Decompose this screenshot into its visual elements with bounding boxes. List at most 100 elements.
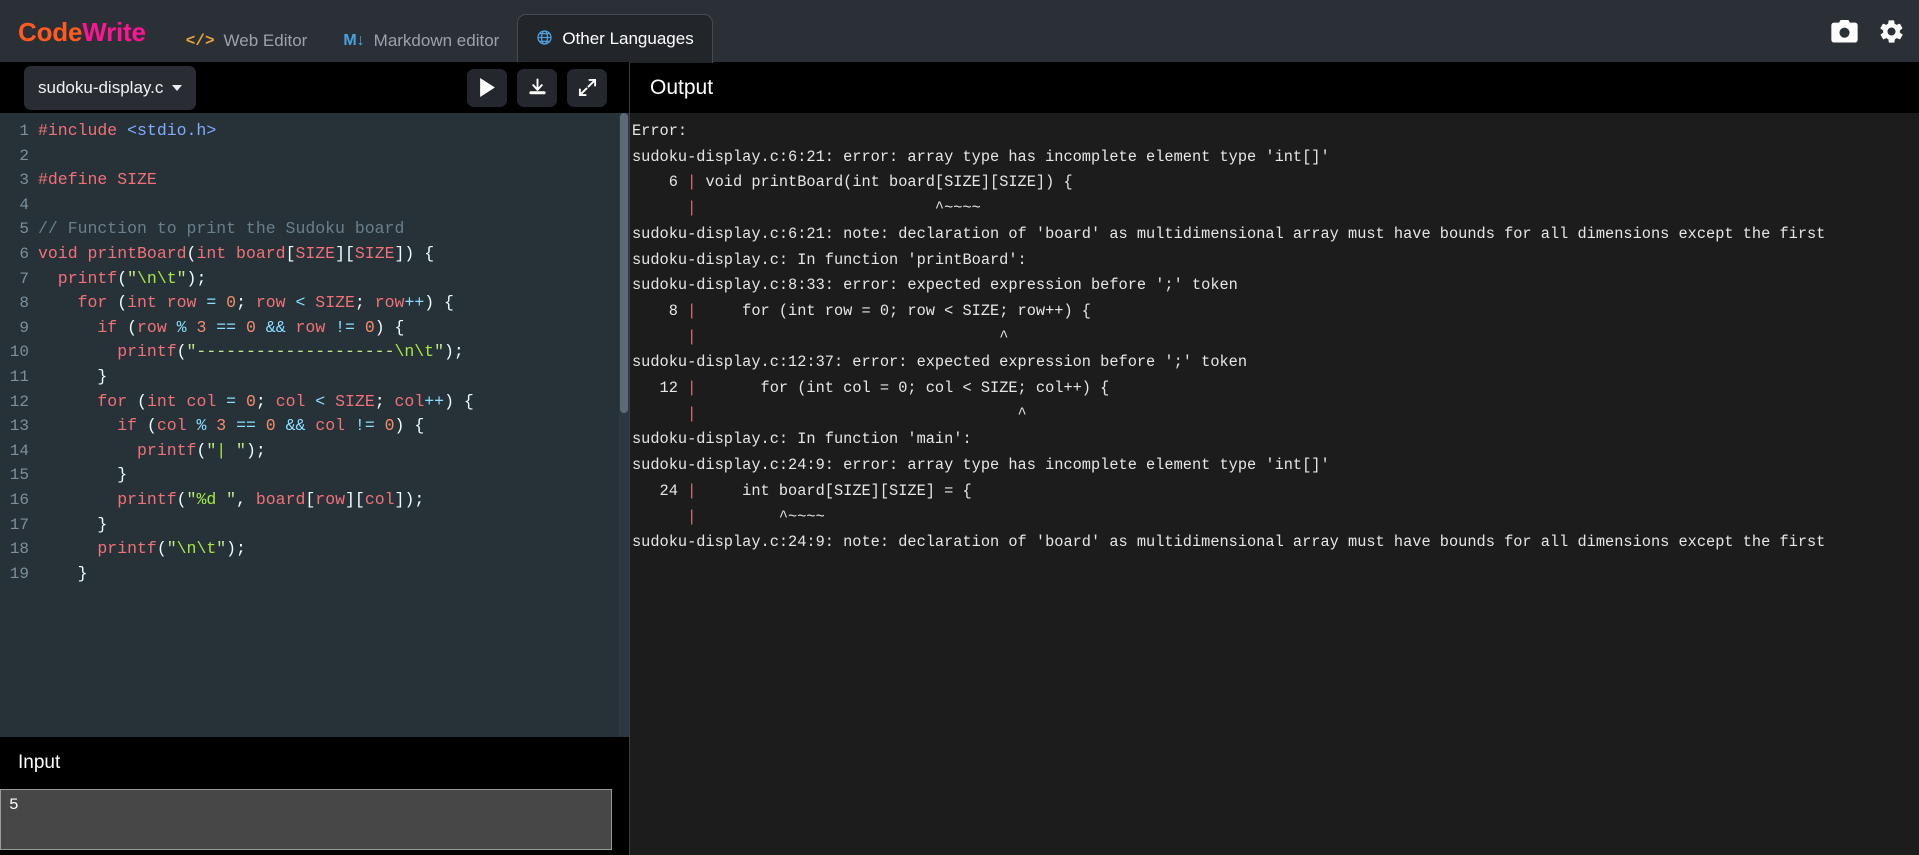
output-line: | ^~~~~	[687, 507, 825, 526]
code-line: 4	[0, 193, 629, 218]
code-line: 1 #include <stdio.h>	[0, 119, 629, 144]
line-number: 11	[9, 367, 29, 386]
code-line: 6 void printBoard(int board[SIZE][SIZE]) …	[0, 242, 629, 267]
code-line: 5 // Function to print the Sudoku board	[0, 217, 629, 242]
code-line-text: for (int row = 0; row < SIZE; row++) {	[38, 293, 454, 313]
code-scrollbar-thumb[interactable]	[620, 113, 628, 413]
editor-toolbar: sudoku-display.c	[0, 62, 629, 113]
stdin-input[interactable]	[0, 789, 612, 850]
output-line: sudoku-display.c: In function 'main':	[632, 430, 972, 449]
output-line: sudoku-display.c:24:9: error: array type…	[632, 456, 1330, 475]
code-line-text: printf("%d ", board[row][col]);	[38, 489, 425, 509]
code-line-text: printf("| ");	[38, 440, 266, 460]
code-line: 14 printf("| ");	[0, 439, 629, 464]
code-line-text: printf("\n\t");	[38, 268, 207, 288]
tab-markdown-editor[interactable]: M↓ Markdown editor	[325, 19, 517, 63]
line-number: 17	[9, 515, 29, 534]
line-number: 13	[9, 417, 29, 436]
code-line-text: }	[38, 514, 108, 534]
code-line-text: for (int col = 0; col < SIZE; col++) {	[38, 391, 474, 411]
line-number: 7	[19, 269, 29, 288]
output-console[interactable]: Error: sudoku-display.c:6:21: error: arra…	[630, 113, 1919, 855]
line-number: 8	[19, 294, 29, 313]
fullscreen-button[interactable]	[567, 68, 607, 107]
line-number: 19	[9, 564, 29, 583]
chevron-down-icon	[172, 84, 183, 91]
editor-column: sudoku-display.c 1 #include <stdio.h> 2 …	[0, 62, 629, 855]
code-brackets-icon: </>	[185, 32, 215, 50]
line-number: 2	[19, 146, 29, 165]
output-line: sudoku-display.c:12:37: error: expected …	[632, 353, 1248, 372]
tab-other-languages-label: Other Languages	[562, 29, 694, 48]
app-root: CodeWrite </> Web Editor M↓ Markdown edi…	[0, 0, 1919, 855]
tab-web-editor[interactable]: </> Web Editor	[168, 19, 326, 63]
output-line: 24 | int board[SIZE][SIZE] = {	[632, 481, 972, 500]
code-scrollbar[interactable]	[619, 113, 629, 737]
output-line: sudoku-display.c:24:9: note: declaration…	[632, 533, 1826, 552]
markdown-icon: M↓	[343, 32, 365, 49]
file-select-dropdown[interactable]: sudoku-display.c	[24, 65, 197, 110]
line-number: 18	[9, 540, 29, 559]
input-panel: Input	[0, 737, 629, 855]
code-editor[interactable]: 1 #include <stdio.h> 2 3 #define SIZE 4 5 // Fu…	[0, 113, 629, 737]
code-line-text: }	[38, 465, 128, 485]
tab-web-editor-label: Web Editor	[223, 31, 308, 50]
code-lines[interactable]: 1 #include <stdio.h> 2 3 #define SIZE 4 5 // Fu…	[0, 113, 629, 586]
code-line: 10 printf("--------------------\n\t");	[0, 340, 629, 365]
output-line: sudoku-display.c:6:21: note: declaration…	[632, 224, 1826, 243]
code-line-text: // Function to print the Sudoku board	[38, 219, 405, 239]
code-line-text: if (col % 3 == 0 && col != 0) {	[38, 416, 425, 436]
line-number: 5	[19, 220, 29, 239]
logo-write: Write	[82, 17, 146, 47]
line-number: 3	[19, 171, 29, 190]
main-area: sudoku-display.c 1 #include <stdio.h> 2 …	[0, 62, 1919, 855]
camera-icon[interactable]	[1831, 19, 1858, 43]
code-line: 15 }	[0, 463, 629, 488]
logo-code: Code	[18, 17, 83, 47]
code-line: 13 if (col % 3 == 0 && col != 0) {	[0, 414, 629, 439]
code-line: 9 if (row % 3 == 0 && row != 0) {	[0, 316, 629, 341]
run-button[interactable]	[467, 68, 507, 107]
output-line: 6 | void printBoard(int board[SIZE][SIZE…	[632, 173, 1073, 192]
code-line: 12 for (int col = 0; col < SIZE; col++) …	[0, 390, 629, 415]
code-line-text: if (row % 3 == 0 && row != 0) {	[38, 317, 405, 337]
line-number: 15	[9, 466, 29, 485]
output-line: Error:	[632, 122, 688, 140]
output-line: | ^~~~~	[687, 199, 981, 218]
line-number: 9	[19, 318, 29, 337]
nav-tabs: </> Web Editor M↓ Markdown editor Other …	[168, 0, 713, 63]
code-line: 16 printf("%d ", board[row][col]);	[0, 488, 629, 513]
code-line: 3 #define SIZE	[0, 168, 629, 193]
tab-markdown-editor-label: Markdown editor	[373, 31, 500, 50]
tab-other-languages[interactable]: Other Languages	[517, 14, 713, 63]
output-line: sudoku-display.c:8:33: error: expected e…	[632, 276, 1238, 295]
output-line: sudoku-display.c:6:21: error: array type…	[632, 147, 1330, 166]
globe-icon	[536, 29, 553, 49]
code-line: 8 for (int row = 0; row < SIZE; row++) {	[0, 291, 629, 316]
line-number: 10	[9, 343, 29, 362]
output-line: sudoku-display.c: In function 'printBoar…	[632, 250, 1027, 269]
code-line-text: }	[38, 563, 88, 583]
line-number: 16	[9, 490, 29, 509]
output-line: 8 | for (int row = 0; row < SIZE; row++)…	[632, 301, 1091, 320]
code-line: 19 }	[0, 562, 629, 587]
download-button[interactable]	[517, 68, 557, 107]
line-number: 12	[9, 392, 29, 411]
gear-icon[interactable]	[1878, 18, 1905, 45]
output-line: | ^	[687, 404, 1027, 423]
code-line-text: #define SIZE	[38, 170, 157, 190]
code-line: 2	[0, 144, 629, 169]
code-line: 18 printf("\n\t");	[0, 537, 629, 562]
top-navbar: CodeWrite </> Web Editor M↓ Markdown edi…	[0, 0, 1919, 63]
code-line: 17 }	[0, 513, 629, 538]
line-number: 14	[9, 441, 29, 460]
code-line-text: }	[38, 366, 108, 386]
code-line-text: printf("\n\t");	[38, 539, 246, 559]
code-line: 7 printf("\n\t");	[0, 267, 629, 292]
output-line: 12 | for (int col = 0; col < SIZE; col++…	[632, 379, 1110, 398]
output-line: | ^	[687, 327, 1009, 346]
input-title: Input	[0, 737, 629, 789]
line-number: 4	[19, 195, 29, 214]
code-line-text: #include <stdio.h>	[38, 121, 217, 140]
app-logo[interactable]: CodeWrite	[0, 17, 146, 62]
